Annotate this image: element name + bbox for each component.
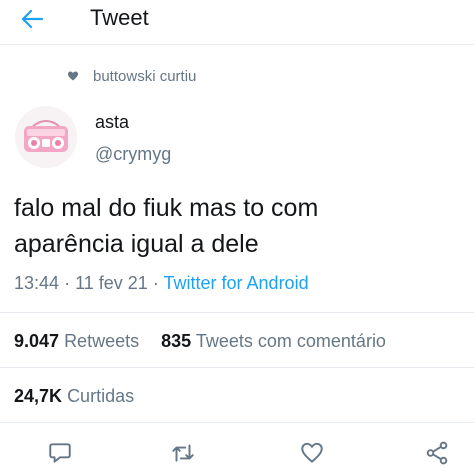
share-button[interactable] [424, 440, 450, 466]
tweet-time: 13:44 [14, 273, 60, 293]
likes-divider [0, 422, 474, 423]
retweets-label: Retweets [64, 331, 140, 351]
avatar[interactable] [15, 106, 77, 168]
retweet-icon [172, 444, 194, 462]
meta-separator: · [152, 273, 159, 293]
retweets-stat[interactable]: 9.047 Retweets [14, 331, 144, 351]
tweet-meta: 13:44 · 11 fev 21 · Twitter for Android [14, 273, 309, 294]
engagement-stats: 9.047 Retweets 835 Tweets com comentário [14, 331, 386, 352]
social-context-text: buttowski curtiu [93, 67, 197, 85]
arrow-left-icon [21, 9, 44, 29]
author-display-name[interactable]: asta [95, 112, 129, 133]
like-button[interactable] [299, 440, 325, 466]
quotes-label: Tweets com comentário [195, 331, 386, 351]
social-context[interactable]: buttowski curtiu [67, 66, 196, 86]
likes-stat[interactable]: 24,7K Curtidas [14, 386, 134, 407]
meta-separator: · [64, 273, 71, 293]
quotes-count: 835 [161, 331, 192, 351]
stats-divider [0, 367, 474, 368]
header-divider [0, 44, 474, 45]
pink-cassette-player-avatar [15, 106, 77, 168]
retweets-count: 9.047 [14, 331, 60, 351]
meta-divider [0, 312, 474, 313]
quotes-stat[interactable]: 835 Tweets com comentário [161, 331, 386, 351]
page-title: Tweet [90, 5, 149, 30]
back-button[interactable] [20, 6, 52, 32]
author-handle[interactable]: @crymyg [95, 144, 171, 165]
tweet-text: falo mal do fiuk mas to com aparência ig… [14, 194, 319, 258]
heart-icon [68, 71, 78, 81]
share-icon [426, 441, 448, 465]
likes-label: Curtidas [67, 386, 135, 406]
tweet-source-link[interactable]: Twitter for Android [164, 273, 309, 293]
retweet-button[interactable] [170, 440, 196, 466]
reply-icon [49, 443, 71, 463]
action-bar [0, 436, 474, 470]
top-bar: Tweet [0, 0, 474, 40]
tweet-date: 11 fev 21 [75, 273, 148, 293]
likes-count: 24,7K [14, 386, 63, 406]
reply-button[interactable] [47, 440, 73, 466]
like-icon [301, 442, 323, 463]
